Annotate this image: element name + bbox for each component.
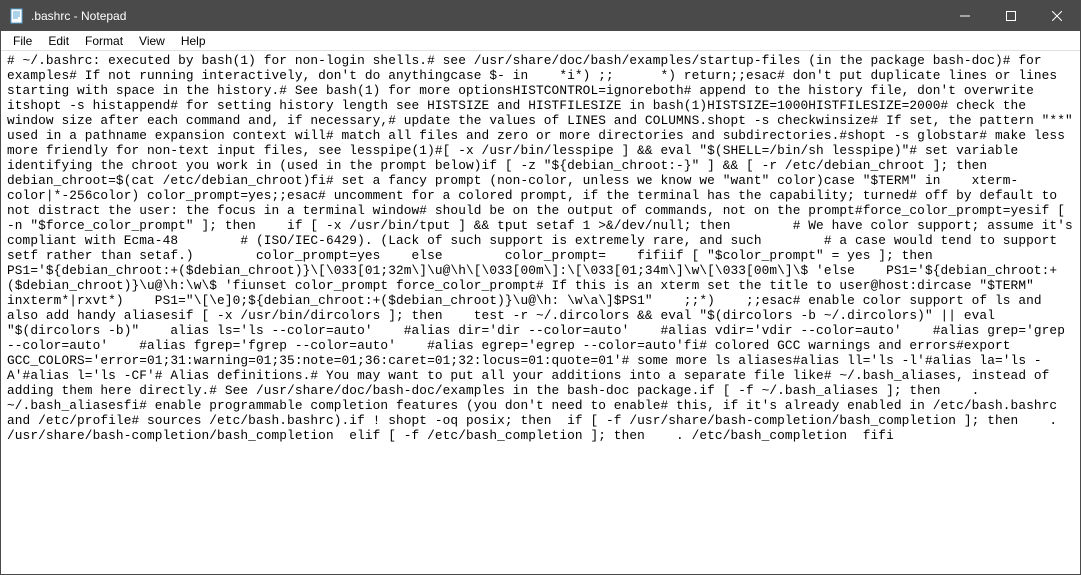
menu-format[interactable]: Format bbox=[77, 33, 131, 49]
close-button[interactable] bbox=[1034, 1, 1080, 31]
window-controls bbox=[942, 1, 1080, 31]
menu-file[interactable]: File bbox=[5, 33, 40, 49]
menu-view[interactable]: View bbox=[131, 33, 173, 49]
maximize-button[interactable] bbox=[988, 1, 1034, 31]
menubar: File Edit Format View Help bbox=[1, 31, 1080, 51]
menu-edit[interactable]: Edit bbox=[40, 33, 77, 49]
text-editor[interactable]: # ~/.bashrc: executed by bash(1) for non… bbox=[1, 51, 1080, 574]
window-title: .bashrc - Notepad bbox=[31, 9, 942, 23]
titlebar[interactable]: .bashrc - Notepad bbox=[1, 1, 1080, 31]
notepad-app-icon bbox=[9, 8, 25, 24]
minimize-button[interactable] bbox=[942, 1, 988, 31]
notepad-window: .bashrc - Notepad File Edit Format View … bbox=[0, 0, 1081, 575]
menu-help[interactable]: Help bbox=[173, 33, 214, 49]
